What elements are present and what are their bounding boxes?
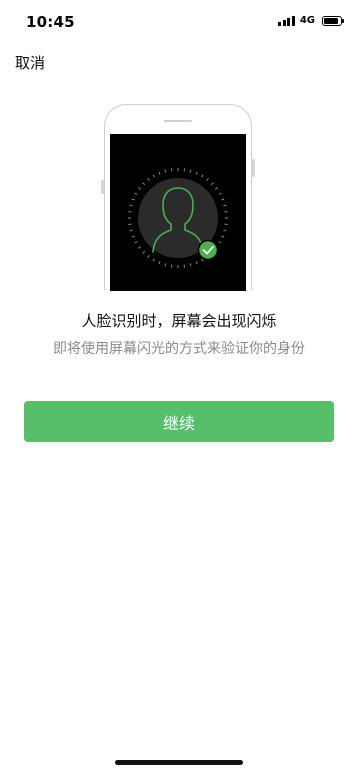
battery-level: [324, 17, 338, 24]
scan-tick: [201, 258, 204, 262]
phone-side-button-right: [252, 159, 255, 177]
scan-tick: [134, 241, 138, 244]
continue-button[interactable]: 继续: [24, 401, 334, 442]
scan-tick: [201, 174, 204, 178]
status-indicators: 4G: [278, 15, 344, 26]
status-time: 10:45: [26, 13, 75, 31]
scan-tick: [142, 250, 146, 254]
scan-tick: [131, 198, 135, 201]
scan-tick: [131, 235, 135, 238]
scan-tick: [195, 261, 198, 265]
phone-speaker: [164, 120, 192, 122]
network-type: 4G: [299, 15, 315, 26]
scan-tick: [223, 229, 227, 232]
scan-tick: [189, 169, 192, 173]
battery-icon: [322, 15, 344, 26]
subtitle: 即将使用屏幕闪光的方式来验证你的身份: [53, 341, 305, 357]
scan-tick: [214, 187, 218, 190]
phone-outline-icon: [101, 104, 255, 291]
face-scan-illustration: [128, 168, 228, 268]
scan-tick: [147, 254, 150, 258]
phone-side-button-left: [101, 180, 104, 194]
scan-tick: [218, 241, 222, 244]
scan-tick: [195, 171, 198, 175]
checkmark-icon: [197, 239, 219, 261]
scan-tick: [134, 192, 138, 195]
cellular-signal-icon: [278, 15, 295, 26]
scan-tick: [223, 204, 227, 207]
status-bar: 10:45 4G: [0, 0, 358, 44]
home-indicator[interactable]: [115, 760, 243, 765]
scan-tick: [158, 171, 161, 175]
scan-tick: [129, 204, 133, 207]
cancel-button[interactable]: 取消: [15, 52, 45, 73]
scan-tick: [129, 229, 133, 232]
scan-tick: [221, 198, 225, 201]
scan-tick: [152, 174, 155, 178]
scan-tick: [138, 246, 142, 249]
scan-tick: [221, 235, 225, 238]
phone-screen: [110, 134, 246, 291]
scan-tick: [138, 187, 142, 190]
scan-tick: [164, 263, 167, 267]
scan-tick: [210, 182, 214, 186]
scan-tick: [164, 169, 167, 173]
scan-tick: [147, 178, 150, 182]
scan-tick: [152, 258, 155, 262]
scan-tick: [218, 192, 222, 195]
scan-tick: [189, 263, 192, 267]
headline: 人脸识别时，屏幕会出现闪烁: [81, 312, 277, 330]
scan-tick: [142, 182, 146, 186]
scan-tick: [206, 178, 209, 182]
scan-tick: [158, 261, 161, 265]
